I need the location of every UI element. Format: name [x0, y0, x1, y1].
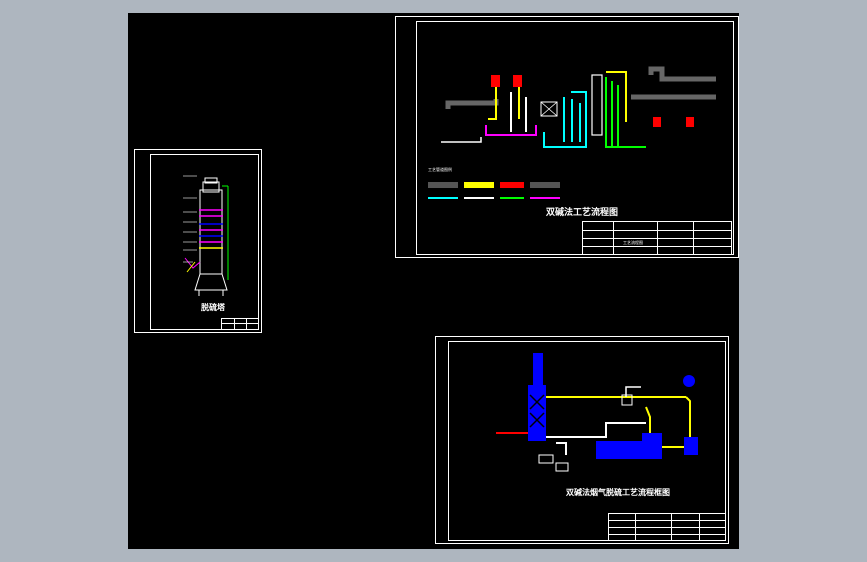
flue-gas-title: 双碱法烟气脱硫工艺流程框图: [566, 487, 670, 497]
sheet-process-flow: 工艺管道图例 双碱法工艺流程图 工艺流程图: [395, 16, 739, 258]
tower-title: 脱硫塔: [201, 302, 225, 312]
sheet-flue-gas-flow: 双碱法烟气脱硫工艺流程框图: [435, 336, 729, 544]
process-title-block: 工艺流程图: [582, 221, 732, 255]
cad-viewport[interactable]: 脱硫塔 工艺管道图例 双碱法工艺流程图 工艺流程图 双碱法烟气脱硫工艺流程框图: [0, 0, 867, 562]
process-titleblock-label: 工艺流程图: [623, 240, 643, 245]
process-title: 双碱法工艺流程图: [546, 208, 619, 218]
legend-heading: 工艺管道图例: [428, 167, 452, 172]
sheet-desulfurization-tower: 脱硫塔: [134, 149, 262, 333]
tower-drawing: [183, 175, 229, 296]
flue-gas-title-block: [608, 513, 726, 541]
tower-title-block: [221, 318, 259, 330]
